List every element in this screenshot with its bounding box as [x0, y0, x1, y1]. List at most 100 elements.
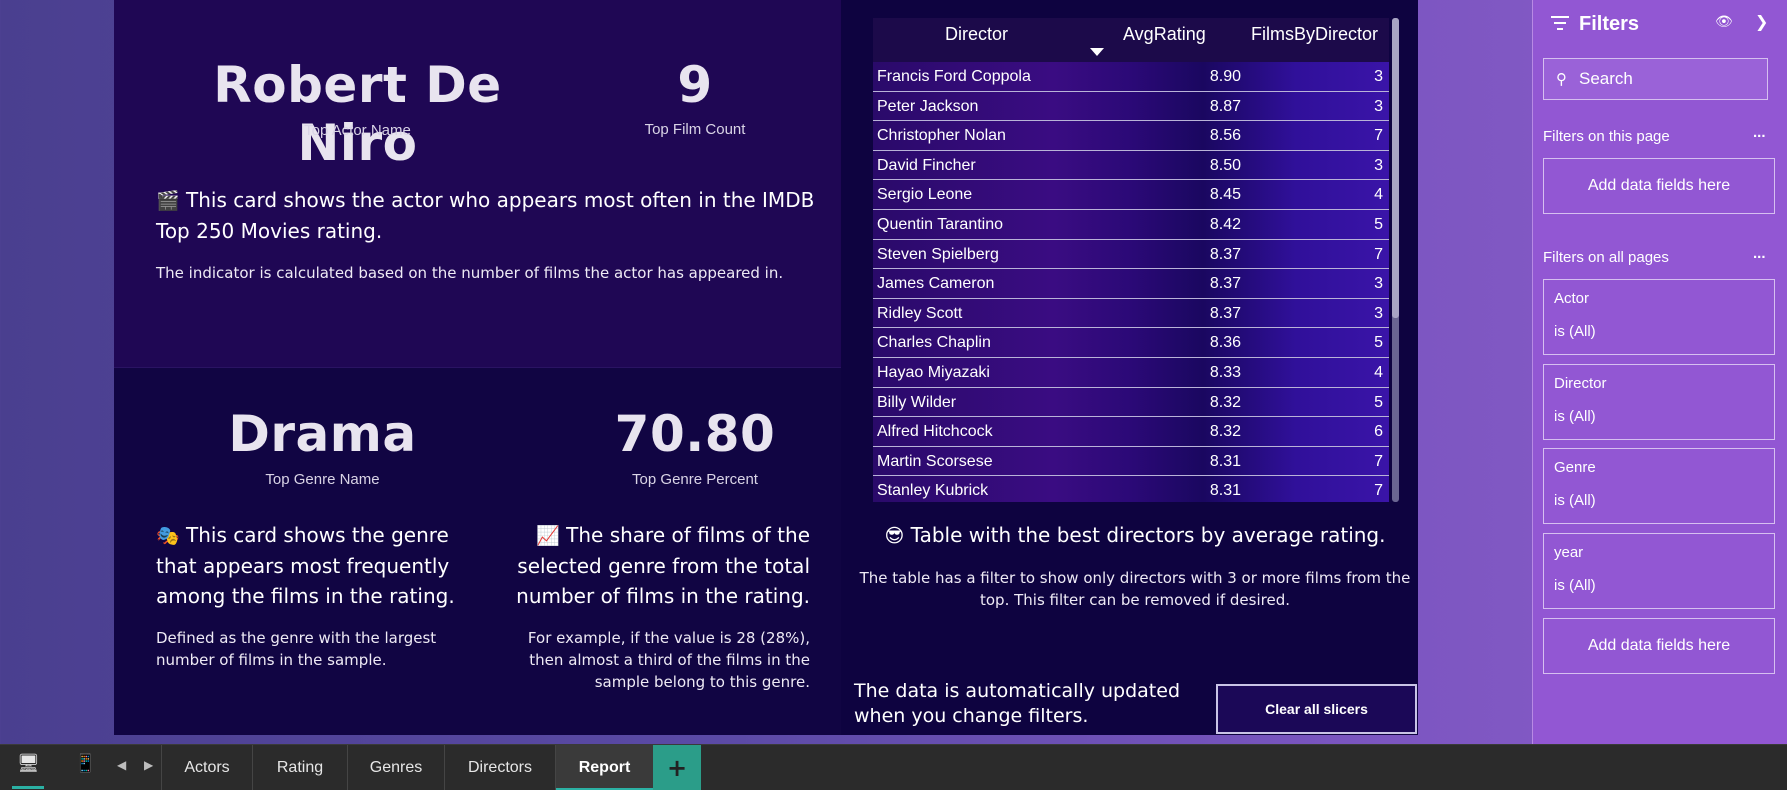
tab-rating[interactable]: Rating	[252, 745, 347, 790]
table-row[interactable]: Christopher Nolan 8.56 7	[873, 121, 1389, 151]
table-description: 😎 Table with the best directors by avera…	[860, 520, 1410, 551]
chevron-right-icon[interactable]: ❯	[1755, 12, 1768, 31]
avgrating-cell: 8.87	[1209, 97, 1241, 115]
tab-genres[interactable]: Genres	[347, 745, 444, 790]
sort-descending-icon[interactable]	[1090, 48, 1104, 56]
tab-directors[interactable]: Directors	[444, 745, 555, 790]
filter-card-director[interactable]: Director is (All)	[1543, 364, 1775, 440]
filter-field-name: Actor	[1554, 290, 1590, 307]
search-placeholder: Search	[1579, 69, 1633, 88]
director-cell: David Fincher	[877, 156, 976, 174]
table-row[interactable]: Ridley Scott 8.37 3	[873, 298, 1389, 329]
auto-update-note: The data is automatically updated when y…	[854, 680, 1181, 727]
avgrating-cell: 8.37	[1209, 245, 1241, 263]
table-row[interactable]: Peter Jackson 8.87 3	[873, 91, 1389, 122]
films-count-cell: 3	[1374, 275, 1383, 293]
tab-report[interactable]: Report	[555, 745, 653, 790]
filters-on-all-pages-label: Filters on all pages	[1543, 249, 1669, 266]
page-filters-drop-zone[interactable]: Add data fields here	[1543, 158, 1775, 214]
filter-card-genre[interactable]: Genre is (All)	[1543, 448, 1775, 524]
filters-pane: Filters 👁 ❯ ⚲ Search Filters on this pag…	[1532, 0, 1787, 744]
filters-on-all-pages-more-button[interactable]: ...	[1753, 245, 1766, 262]
director-cell: Billy Wilder	[877, 393, 957, 411]
filter-field-value: is (All)	[1554, 408, 1596, 425]
directors-table[interactable]: Director AvgRating FilmsByDirector Franc…	[873, 18, 1399, 502]
table-row[interactable]: Alfred Hitchcock 8.32 6	[873, 417, 1389, 447]
table-row[interactable]: Sergio Leone 8.45 4	[873, 180, 1389, 210]
clear-all-slicers-button[interactable]: Clear all slicers	[1216, 684, 1417, 734]
genre-card-note: Defined as the genre with the largest nu…	[156, 629, 437, 669]
top-genre-name-label: Top Genre Name	[265, 471, 380, 488]
actor-card-description: 🎬 This card shows the actor who appears …	[156, 185, 816, 246]
director-cell: Peter Jackson	[877, 97, 979, 115]
films-count-cell: 5	[1374, 215, 1383, 233]
filters-on-page-more-button[interactable]: ...	[1753, 124, 1766, 141]
column-header-filmsbydirector[interactable]: FilmsByDirector	[1251, 24, 1378, 45]
genre-card-description: 🎭 This card shows the genre that appears…	[156, 520, 466, 611]
top-film-count-label: Top Film Count	[644, 121, 746, 138]
films-count-cell: 6	[1374, 423, 1383, 441]
table-scrollbar-thumb[interactable]	[1392, 18, 1399, 318]
table-row[interactable]: Martin Scorsese 8.31 7	[873, 446, 1389, 477]
previous-tab-arrow-icon[interactable]: ◀	[117, 758, 126, 772]
table-row[interactable]: James Cameron 8.37 3	[873, 269, 1389, 299]
mobile-icon[interactable]: 📱	[74, 753, 96, 774]
eye-icon[interactable]: 👁	[1715, 14, 1733, 30]
table-row[interactable]: Stanley Kubrick 8.31 7	[873, 476, 1389, 502]
top-actor-name-value[interactable]: Robert De Niro	[150, 56, 565, 172]
next-tab-arrow-icon[interactable]: ▶	[144, 758, 153, 772]
top-genre-name-value[interactable]: Drama	[150, 405, 495, 463]
table-row[interactable]: Hayao Miyazaki 8.33 4	[873, 357, 1389, 388]
clapperboard-icon: 🎬	[156, 190, 180, 212]
avgrating-cell: 8.45	[1209, 186, 1241, 204]
filters-search-input[interactable]: ⚲ Search	[1543, 58, 1768, 100]
filter-card-actor[interactable]: Actor is (All)	[1543, 279, 1775, 355]
films-count-cell: 7	[1374, 452, 1383, 470]
director-cell: Christopher Nolan	[877, 127, 1006, 145]
films-count-cell: 3	[1374, 68, 1383, 85]
filters-on-page-label: Filters on this page	[1543, 128, 1670, 145]
top-genre-percent-value[interactable]: 70.80	[590, 405, 800, 463]
director-cell: Hayao Miyazaki	[877, 363, 990, 381]
filter-card-year[interactable]: year is (All)	[1543, 533, 1775, 609]
column-header-avgrating[interactable]: AvgRating	[1123, 24, 1206, 45]
percent-card-note: For example, if the value is 28 (28%), t…	[527, 629, 810, 691]
table-header: Director AvgRating FilmsByDirector	[873, 18, 1389, 62]
avgrating-cell: 8.32	[1209, 393, 1241, 411]
avgrating-cell: 8.32	[1209, 423, 1241, 441]
avgrating-cell: 8.50	[1209, 156, 1241, 174]
column-header-director[interactable]: Director	[945, 24, 1008, 45]
director-cell: James Cameron	[877, 275, 995, 293]
avgrating-cell: 8.36	[1209, 334, 1241, 352]
filter-field-name: Genre	[1554, 459, 1596, 476]
films-count-cell: 3	[1374, 97, 1383, 115]
director-cell: Quentin Tarantino	[877, 215, 1004, 233]
filter-field-value: is (All)	[1554, 577, 1596, 594]
director-cell: Ridley Scott	[877, 304, 963, 322]
table-row[interactable]: Quentin Tarantino 8.42 5	[873, 209, 1389, 240]
table-row[interactable]: Francis Ford Coppola 8.90 3	[873, 62, 1389, 92]
director-cell: Sergio Leone	[877, 186, 973, 204]
table-row[interactable]: Charles Chaplin 8.36 5	[873, 328, 1389, 358]
top-film-count-value[interactable]: 9	[600, 56, 790, 114]
table-row[interactable]: Steven Spielberg 8.37 7	[873, 239, 1389, 270]
all-pages-filters-drop-zone[interactable]: Add data fields here	[1543, 618, 1775, 674]
table-scrollbar[interactable]	[1392, 18, 1399, 502]
director-cell: Francis Ford Coppola	[877, 68, 1031, 85]
percent-card-title: The share of films of the selected genre…	[516, 523, 810, 608]
add-page-button[interactable]: +	[653, 745, 701, 790]
chart-increasing-icon: 📈	[536, 525, 560, 547]
avgrating-cell: 8.37	[1209, 304, 1241, 322]
table-note: The table has a filter to show only dire…	[859, 569, 1411, 609]
table-title: Table with the best directors by average…	[910, 523, 1386, 547]
table-row[interactable]: Billy Wilder 8.32 5	[873, 387, 1389, 418]
desktop-view-indicator	[12, 786, 44, 789]
table-row[interactable]: David Fincher 8.50 3	[873, 150, 1389, 181]
tab-actors[interactable]: Actors	[161, 745, 252, 790]
director-cell: Steven Spielberg	[877, 245, 999, 263]
top-actor-name-label: Top Actor Name	[304, 122, 411, 139]
actor-card-note: The indicator is calculated based on the…	[156, 264, 784, 282]
desktop-icon[interactable]: 🖥	[17, 753, 40, 774]
films-count-cell: 7	[1374, 482, 1383, 500]
films-count-cell: 3	[1374, 156, 1383, 174]
